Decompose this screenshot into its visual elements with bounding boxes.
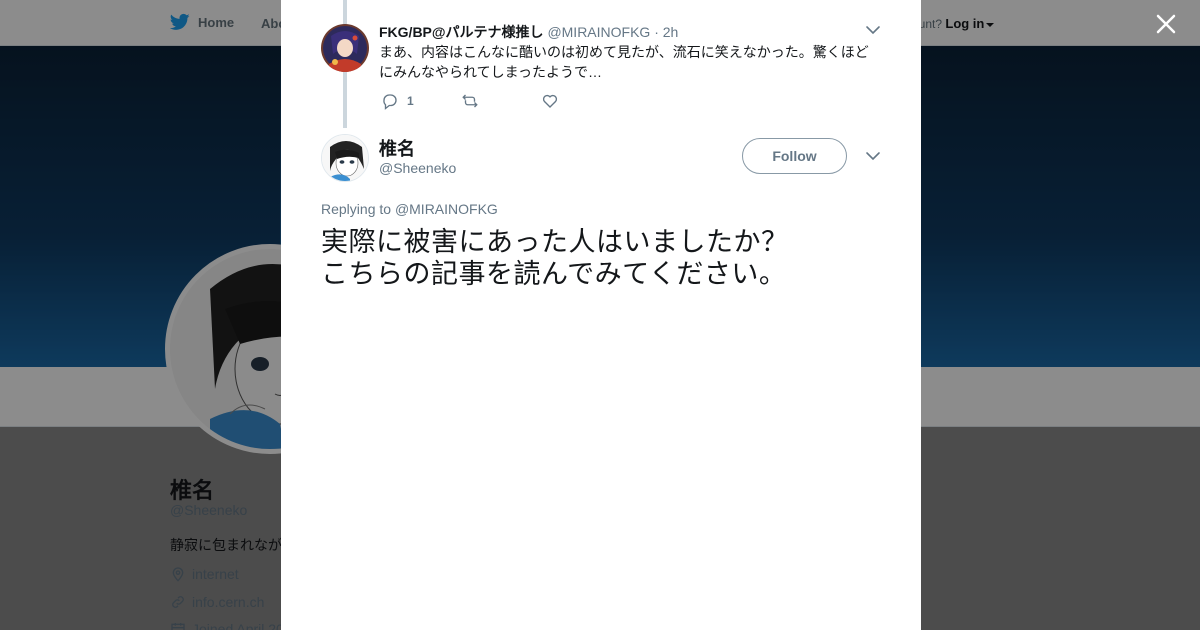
reply-header: FKG/BP@パルテナ様推し @MIRAINOFKG · 2h: [379, 22, 678, 42]
close-icon[interactable]: [1152, 10, 1180, 38]
chevron-down-icon[interactable]: [863, 148, 883, 164]
reply-author-handle[interactable]: @MIRAINOFKG: [547, 24, 650, 40]
tweet-avatar-image: [322, 135, 368, 181]
replying-to-handle-link[interactable]: @MIRAINOFKG: [395, 201, 498, 217]
reply-author-avatar[interactable]: [321, 24, 369, 72]
reply-count: 1: [407, 94, 414, 108]
reply-avatar-image: [321, 24, 369, 72]
reply-text: まあ、内容はこんなに酷いのは初めて見たが、流石に笑えなかった。驚くほどにみんなや…: [379, 44, 869, 80]
reply-timestamp[interactable]: · 2h: [654, 24, 678, 40]
chevron-down-icon[interactable]: [863, 22, 883, 38]
replying-to-line: Replying to @MIRAINOFKG: [321, 201, 498, 217]
reply-button[interactable]: 1: [381, 92, 461, 110]
tweet-author-name[interactable]: 椎名: [379, 135, 415, 161]
like-button[interactable]: [541, 92, 621, 110]
heart-icon: [542, 94, 558, 108]
reply-action-bar: 1: [381, 92, 621, 110]
reply-author-name[interactable]: FKG/BP@パルテナ様推し: [379, 24, 544, 40]
tweet-modal: FKG/BP@パルテナ様推し @MIRAINOFKG · 2h まあ、内容はこん…: [281, 0, 921, 630]
retweet-button[interactable]: [461, 92, 541, 110]
reply-icon: [383, 94, 397, 110]
tweet-text: 実際に被害にあった人はいましたか？ こちらの記事を読んでみてください。: [321, 227, 789, 289]
follow-button[interactable]: Follow: [742, 138, 847, 174]
replying-to-prefix: Replying to: [321, 201, 392, 217]
retweet-icon: [462, 94, 478, 108]
tweet-author-avatar[interactable]: [321, 134, 369, 182]
tweet-author-handle[interactable]: @Sheeneko: [379, 160, 456, 176]
